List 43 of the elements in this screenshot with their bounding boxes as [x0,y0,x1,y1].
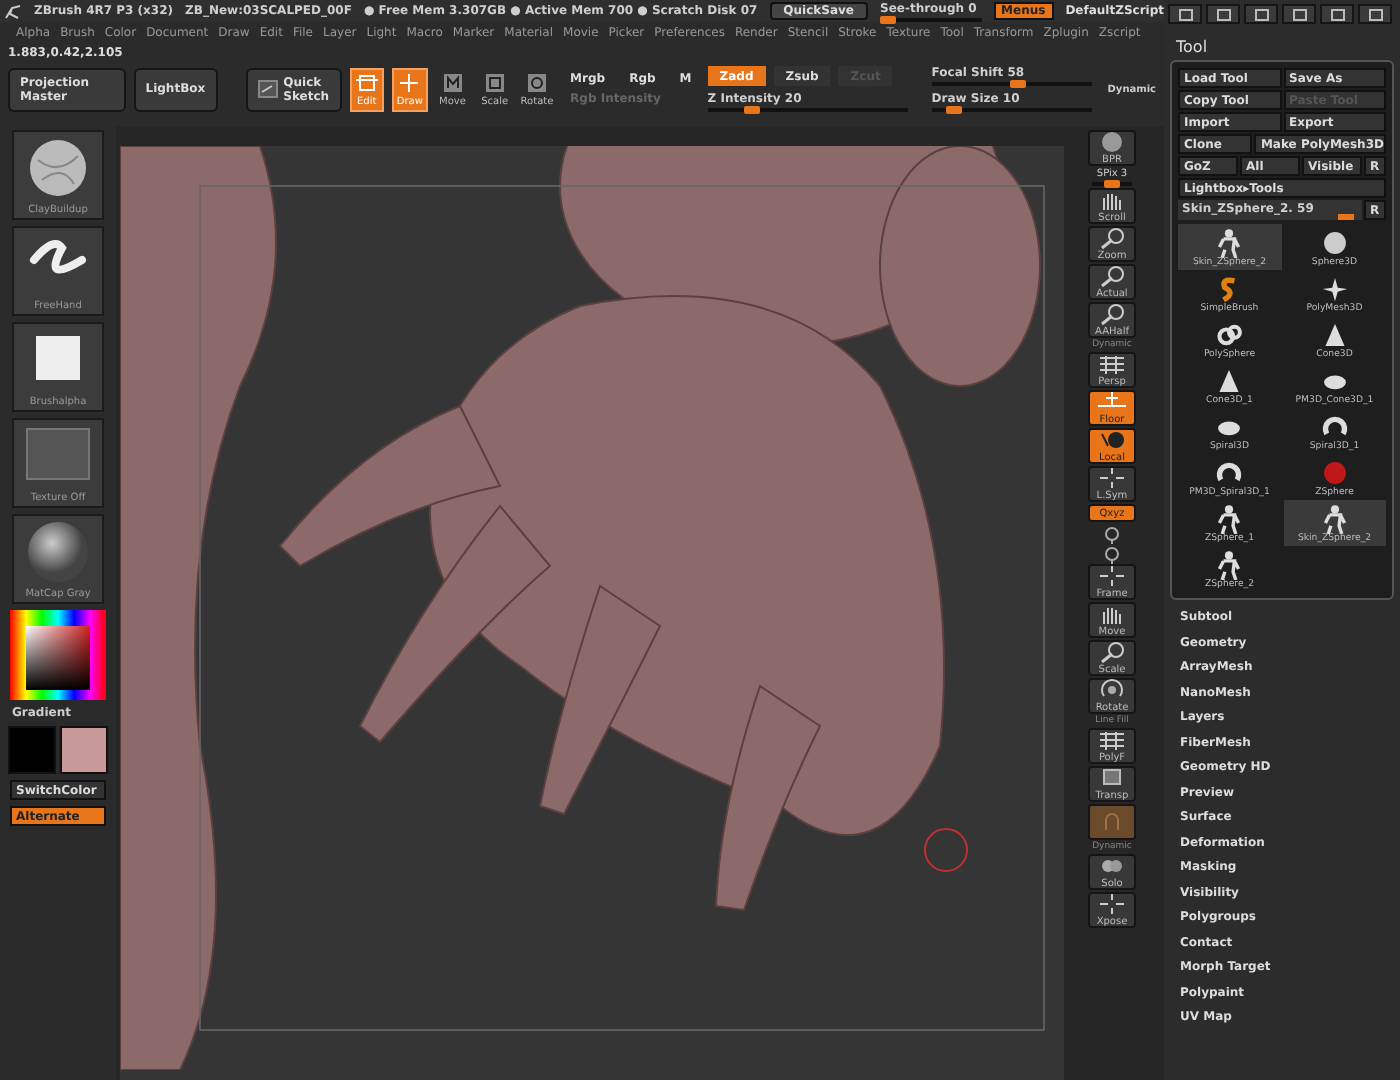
arrows-icon [1098,564,1126,588]
square-icon [1098,766,1126,790]
slider-thumb[interactable] [1010,80,1027,88]
palette-window-button[interactable] [1206,4,1240,24]
ring-icon [1212,320,1247,350]
rotate-icon [1098,678,1126,702]
magnifier-icon [1098,640,1126,664]
grid-icon [1098,728,1126,752]
material-sphere-icon [22,520,94,584]
slider-thumb[interactable] [945,106,962,114]
shelf-button[interactable] [1088,804,1136,840]
color-swatch[interactable] [60,726,108,774]
palette-window-button[interactable] [1168,4,1202,24]
palette-lock-button[interactable] [1244,4,1278,24]
magnifier-icon [1098,264,1126,288]
brush-cursor [924,828,968,872]
palette-minimize-button[interactable] [1282,4,1316,24]
sketch-icon [257,80,278,98]
edit-icon [355,71,378,93]
palette-title: Tool [1176,37,1208,55]
slider-thumb[interactable] [1104,180,1120,188]
arrows-icon [1098,466,1126,490]
arrows-icon [1098,892,1126,916]
grid-icon [1098,352,1126,376]
slider-thumb[interactable] [744,106,761,114]
palette-restore-button[interactable] [1320,4,1354,24]
color-picker[interactable] [10,610,106,700]
blob-icon [1098,854,1126,878]
slider-thumb[interactable] [1338,214,1355,220]
slider-thumb[interactable] [880,15,896,23]
rotate-icon [525,71,548,93]
palette-close-button[interactable] [1358,4,1392,24]
move-icon [441,71,464,93]
color-swatch[interactable] [8,726,56,774]
window-icon [1177,7,1193,21]
crosshair-icon [398,71,421,93]
scale-icon [483,71,506,93]
window-icon [1215,7,1231,21]
local-icon [1098,428,1126,452]
magnifier-icon [1098,302,1126,326]
sphere-icon [1098,130,1126,154]
magnifier-icon [1098,226,1126,250]
logo-icon [4,3,22,19]
